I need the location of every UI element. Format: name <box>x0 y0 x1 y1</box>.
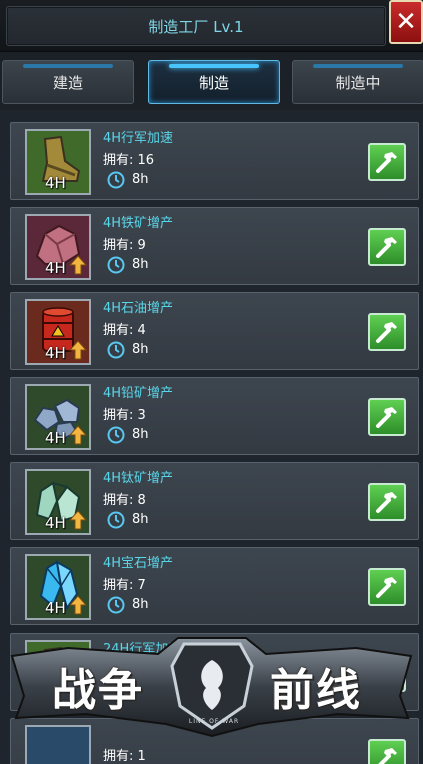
item-name: 4H宝石增产 <box>103 556 174 571</box>
item-icon-frame: 4H <box>25 384 91 450</box>
boost-arrow-icon <box>69 425 87 445</box>
logo-text-right: 前线 <box>270 665 362 716</box>
tab-manufacture[interactable]: 制造 <box>148 60 280 104</box>
icon-duration-label: 4H <box>45 514 66 532</box>
logo-subtitle: LINE OF WAR <box>188 718 240 725</box>
item-name: 4H钛矿增产 <box>103 471 174 486</box>
boost-arrow-icon <box>69 595 87 615</box>
item-name: 4H铁矿增产 <box>103 216 174 231</box>
item-owned: 拥有: 16 <box>103 153 155 168</box>
manufacture-button[interactable] <box>368 228 406 266</box>
list-item: 4H 4H钛矿增产 拥有: 8 8h <box>10 462 419 540</box>
boost-arrow-icon <box>69 510 87 530</box>
hammer-icon <box>376 322 397 343</box>
item-name: 4H铅矿增产 <box>103 386 174 401</box>
list-item: 4H 4H行军加速 拥有: 16 8h <box>10 122 419 200</box>
clock-icon <box>107 171 125 189</box>
item-name: 4H行军加速 <box>103 131 174 146</box>
logo-text-left: 战争 <box>52 665 144 716</box>
manufacture-button[interactable] <box>368 398 406 436</box>
hammer-icon <box>376 152 397 173</box>
item-icon-frame: 4H <box>25 214 91 280</box>
hammer-icon <box>378 748 397 764</box>
clock-icon <box>107 426 125 444</box>
item-time: 8h <box>132 172 149 187</box>
hammer-icon <box>376 577 397 598</box>
hammer-icon <box>376 407 397 428</box>
list-item: 4H 4H石油增产 拥有: 4 8h <box>10 292 419 370</box>
item-name: 4H石油增产 <box>103 301 174 316</box>
item-owned: 拥有: 9 <box>103 238 146 253</box>
item-owned: 拥有: 8 <box>103 493 146 508</box>
hammer-icon <box>376 492 397 513</box>
title-plate: 制造工厂 Lv.1 <box>6 6 386 46</box>
close-button[interactable]: ✕ <box>389 0 423 44</box>
item-owned: 拥有: 1 <box>103 749 146 764</box>
icon-duration-label: 4H <box>45 599 66 617</box>
item-owned: 拥有: 7 <box>103 578 146 593</box>
manufacture-button[interactable] <box>368 143 406 181</box>
item-owned: 拥有: 4 <box>103 323 146 338</box>
clock-icon <box>107 256 125 274</box>
clock-icon <box>107 596 125 614</box>
manufacture-button[interactable] <box>368 568 406 606</box>
item-time: 8h <box>132 257 149 272</box>
item-owned: 拥有: 3 <box>103 408 146 423</box>
item-icon-frame: 4H <box>25 129 91 195</box>
close-icon: ✕ <box>395 7 417 37</box>
icon-duration-label: 4H <box>45 174 66 192</box>
tab-in-production[interactable]: 制造中 <box>292 60 423 104</box>
boost-arrow-icon <box>69 255 87 275</box>
top-bar: 制造工厂 Lv.1 ✕ <box>0 0 423 52</box>
list-item: 4H 4H宝石增产 拥有: 7 8h <box>10 547 419 625</box>
manufacture-button[interactable] <box>368 483 406 521</box>
item-time: 8h <box>132 427 149 442</box>
icon-duration-label: 4H <box>45 344 66 362</box>
item-time: 8h <box>132 342 149 357</box>
clock-icon <box>107 341 125 359</box>
clock-icon <box>107 511 125 529</box>
item-time: 8h <box>132 512 149 527</box>
item-time: 8h <box>132 597 149 612</box>
list-item: 4H 4H铁矿增产 拥有: 9 8h <box>10 207 419 285</box>
boost-arrow-icon <box>69 340 87 360</box>
game-logo-banner: 战争 前线 LINE OF WAR <box>8 636 415 738</box>
manufacture-button[interactable] <box>368 739 406 764</box>
list-item: 4H 4H铅矿增产 拥有: 3 8h <box>10 377 419 455</box>
tab-build[interactable]: 建造 <box>2 60 134 104</box>
item-icon-frame: 4H <box>25 469 91 535</box>
icon-duration-label: 4H <box>45 259 66 277</box>
item-icon-frame: 4H <box>25 554 91 620</box>
hammer-icon <box>376 237 397 258</box>
tab-bar: 建造 制造 制造中 <box>0 52 423 110</box>
icon-duration-label: 4H <box>45 429 66 447</box>
page-title: 制造工厂 Lv.1 <box>148 18 244 36</box>
manufacture-button[interactable] <box>368 313 406 351</box>
item-icon-frame: 4H <box>25 299 91 365</box>
